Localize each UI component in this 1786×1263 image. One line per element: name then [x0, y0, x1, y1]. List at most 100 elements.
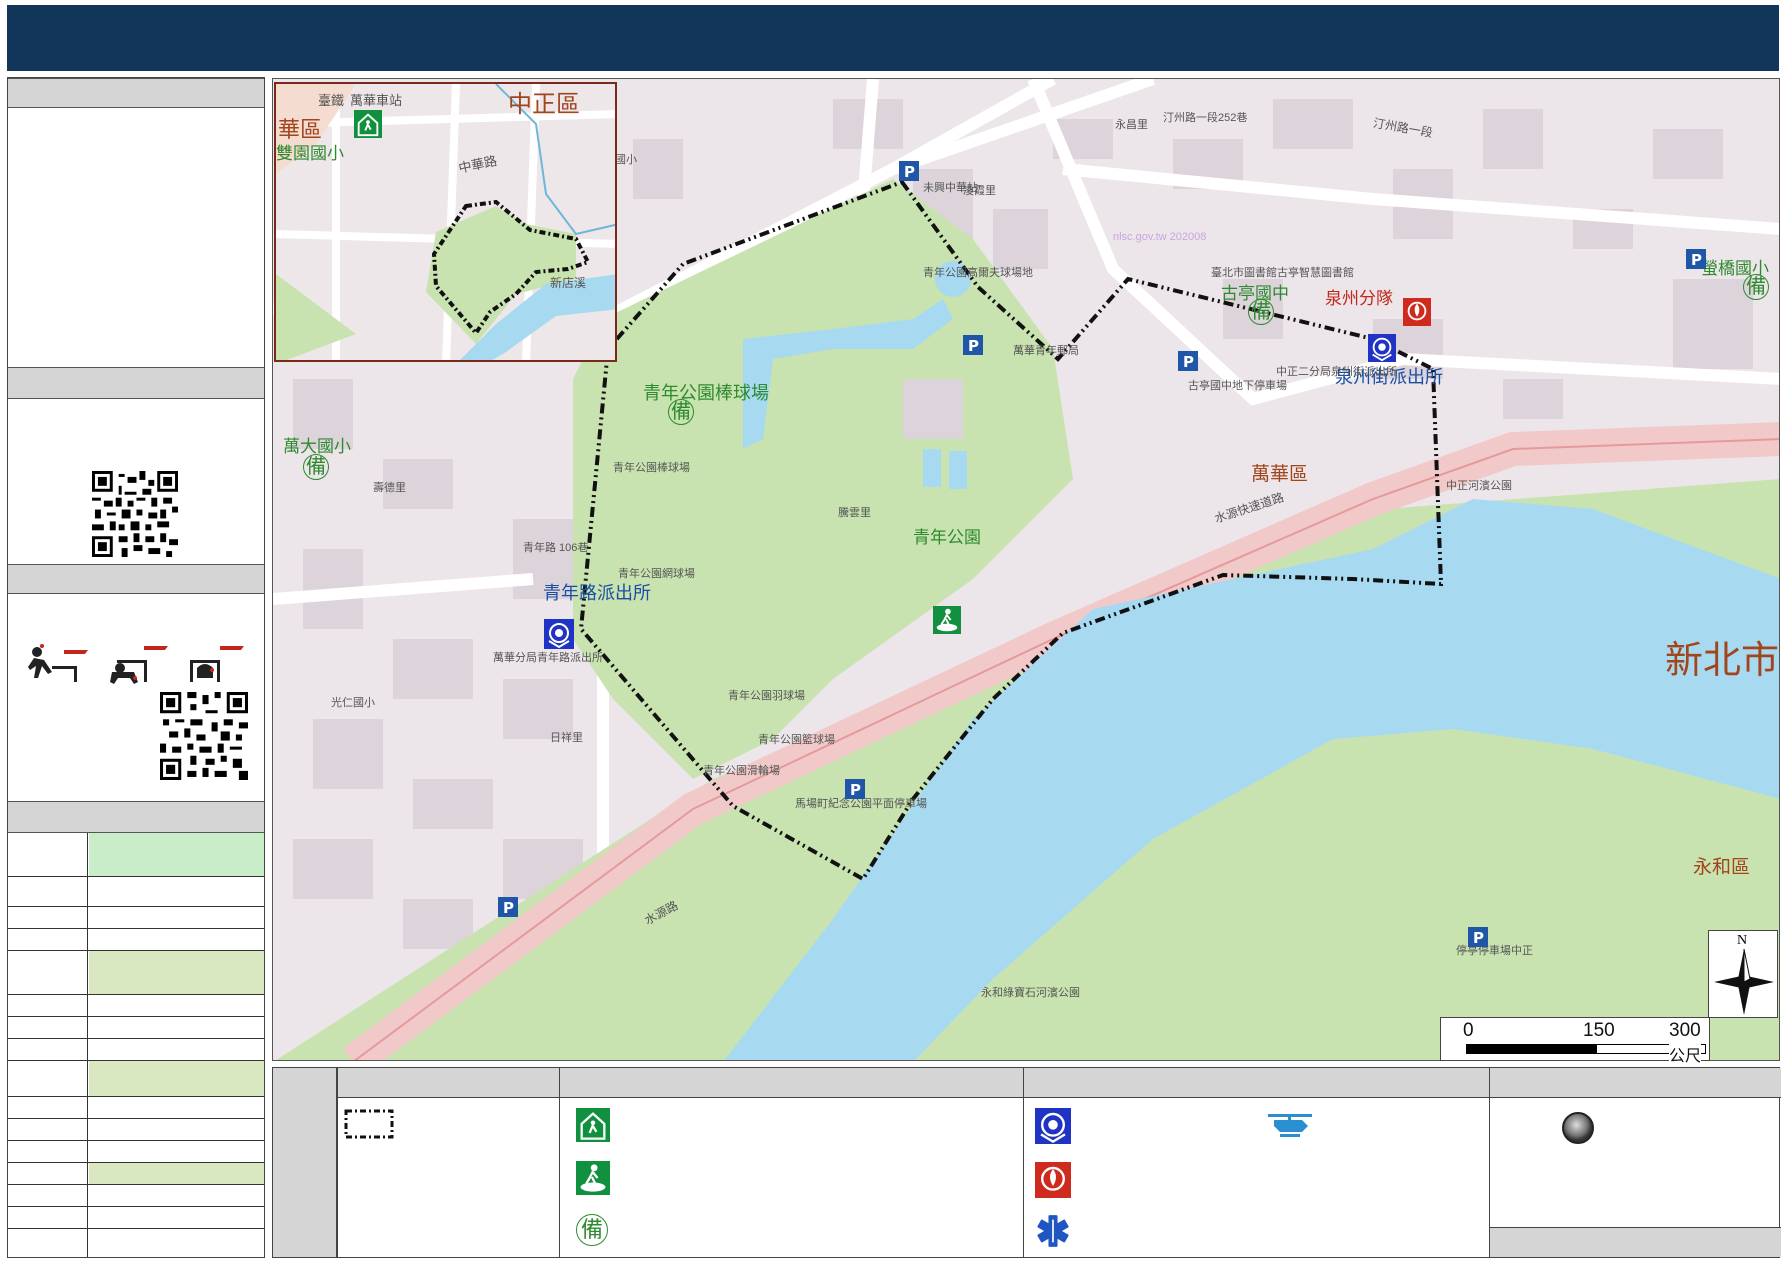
map-label: 青年路派出所 [543, 583, 651, 603]
svg-text:P: P [1473, 929, 1484, 947]
legend-side-header [273, 1068, 337, 1257]
map-label: 萬華青年郵局 [1013, 345, 1079, 357]
map-label: 臺北市圖書館古亭智慧圖書館 [1211, 267, 1354, 279]
map-label: 日祥里 [550, 732, 583, 744]
scale-bar: 0 150 300 公尺 [1440, 1017, 1710, 1066]
parking-icon[interactable]: P [1178, 351, 1198, 371]
scale-tick: 0 [1463, 1020, 1474, 1041]
parking-icon[interactable]: P [1468, 927, 1488, 947]
compass-label: N [1737, 933, 1748, 948]
map-label: 凌霞里 [963, 185, 996, 197]
map-label: 古亭國中地下停車場 [1188, 380, 1287, 392]
panel-header-3 [8, 564, 264, 594]
reserve-icon[interactable]: 備 [668, 399, 694, 425]
table-row [8, 907, 264, 929]
shelter-icon[interactable] [354, 110, 382, 138]
map-label: 永和綠寶石河濱公園 [981, 987, 1080, 999]
table-row [8, 833, 264, 877]
parking-icon[interactable]: P [1686, 249, 1706, 269]
svg-text:P: P [850, 781, 861, 799]
reserve-icon[interactable]: 備 [1743, 274, 1769, 300]
qr-code-icon[interactable] [92, 471, 178, 557]
map-label: 騰雲里 [838, 507, 871, 519]
table-row [8, 1207, 264, 1229]
reserve-icon[interactable]: 備 [1248, 299, 1274, 325]
police-icon[interactable] [1368, 334, 1396, 362]
map-label: 中正河濱公園 [1446, 480, 1512, 492]
boundary-icon [344, 1109, 394, 1139]
legend-column [1489, 1068, 1781, 1257]
svg-text:P: P [968, 337, 979, 355]
table-row [8, 1185, 264, 1207]
map-label: 青年公園籃球場 [758, 734, 835, 746]
panel-header-2 [8, 367, 264, 399]
medical-star-icon [1037, 1215, 1069, 1247]
panel-header-4 [8, 801, 264, 833]
map-label: 永昌里 [1115, 119, 1148, 131]
table-row [8, 929, 264, 951]
parking-icon[interactable]: P [498, 897, 518, 917]
police-icon[interactable] [544, 619, 574, 649]
map-label: 光仁國小 [331, 697, 375, 709]
watermark: nlsc.gov.tw 202008 [1113, 231, 1207, 243]
point-marker-icon [1562, 1112, 1594, 1144]
inset-base [276, 84, 615, 360]
map-label: 萬華區 [1251, 464, 1309, 485]
inset-label: 雙園國小 [276, 144, 344, 163]
parking-icon[interactable]: P [845, 779, 865, 799]
reserve-icon[interactable]: 備 [303, 454, 329, 480]
table-row [8, 1163, 264, 1185]
map-label: 青年公園羽球場 [728, 690, 805, 702]
map-label: 壽德里 [373, 482, 406, 494]
map-label: 永和區 [1693, 857, 1751, 878]
map-label: 中正二分局泉州街派出所 [1276, 366, 1397, 378]
title-bar [7, 5, 1779, 71]
table-row [8, 995, 264, 1017]
map-label: 新北市 [1665, 640, 1780, 682]
map-label: 青年公園高爾夫球場地 [923, 267, 1033, 279]
map-label: 青年路 106巷 [523, 542, 589, 554]
helicopter-icon [1268, 1114, 1312, 1137]
table-row [8, 951, 264, 995]
svg-text:P: P [1183, 353, 1194, 371]
inset-label: 萬華車站 [350, 93, 403, 108]
map-label: 泉州分隊 [1325, 289, 1393, 308]
table-row [8, 1039, 264, 1061]
inset-label: 臺鐵 [318, 93, 345, 108]
table-row [8, 877, 264, 907]
legend-panel: 備 [272, 1067, 1781, 1258]
table-row [8, 1017, 264, 1039]
svg-text:P: P [1691, 251, 1702, 269]
inset-label: 中正區 [508, 91, 580, 118]
shelter-icon [576, 1108, 610, 1142]
inset-map[interactable]: 中正區 華區 雙園國小 臺鐵 萬華車站 中華路 新店溪 [274, 82, 617, 362]
parking-icon[interactable]: P [899, 161, 919, 181]
police-icon [1035, 1108, 1071, 1144]
evacuation-icon[interactable] [933, 606, 961, 634]
qr-code-icon[interactable] [160, 692, 248, 780]
legend-column [1023, 1068, 1489, 1257]
table-row [8, 1229, 264, 1257]
svg-text:P: P [503, 899, 514, 917]
panel-header-1 [8, 78, 264, 108]
map-label: 青年公園棒球場 [613, 462, 690, 474]
evacuation-icon [576, 1161, 610, 1195]
table-row [8, 1061, 264, 1097]
north-arrow: N [1708, 930, 1778, 1018]
map-label: 汀州路一段252巷 [1163, 112, 1248, 124]
fire-station-icon[interactable] [1403, 298, 1431, 326]
map-label: 萬華分局青年路派出所 [493, 652, 603, 664]
parking-icon[interactable]: P [963, 335, 983, 355]
left-info-panel [7, 77, 265, 1258]
inset-label: 新店溪 [550, 276, 587, 290]
reserve-icon: 備 [576, 1214, 608, 1246]
legend-column: 備 [559, 1068, 1023, 1257]
map-label: 青年公園網球場 [618, 568, 695, 580]
legend-column [337, 1068, 559, 1257]
map-label: 青年公園 [913, 528, 981, 547]
scale-tick: 300 [1669, 1020, 1701, 1041]
table-row [8, 1119, 264, 1141]
fire-station-icon [1035, 1162, 1071, 1198]
scale-unit: 公尺 [1669, 1042, 1702, 1066]
map-label: 青年公園棒球場 [643, 383, 769, 403]
